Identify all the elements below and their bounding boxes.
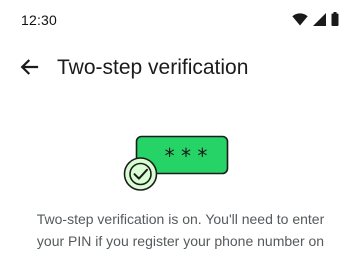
- pin-illustration: * * *: [120, 132, 232, 194]
- battery-icon: [331, 12, 339, 26]
- page-title: Two-step verification: [57, 56, 249, 79]
- arrow-left-icon: [19, 57, 39, 82]
- cellular-signal-icon: [313, 12, 326, 26]
- verification-description: Two-step verification is on. You'll need…: [0, 208, 361, 252]
- wifi-icon: [292, 12, 308, 26]
- app-bar: Two-step verification: [0, 50, 361, 88]
- back-button[interactable]: [16, 56, 42, 82]
- status-time: 12:30: [21, 12, 58, 28]
- status-bar: 12:30: [0, 0, 361, 40]
- pin-mask: * * *: [165, 144, 208, 168]
- description-line-1: Two-step verification is on. You'll need…: [36, 211, 325, 227]
- description-line-2: your PIN if you register your phone numb…: [36, 233, 325, 249]
- status-icons: [292, 12, 339, 26]
